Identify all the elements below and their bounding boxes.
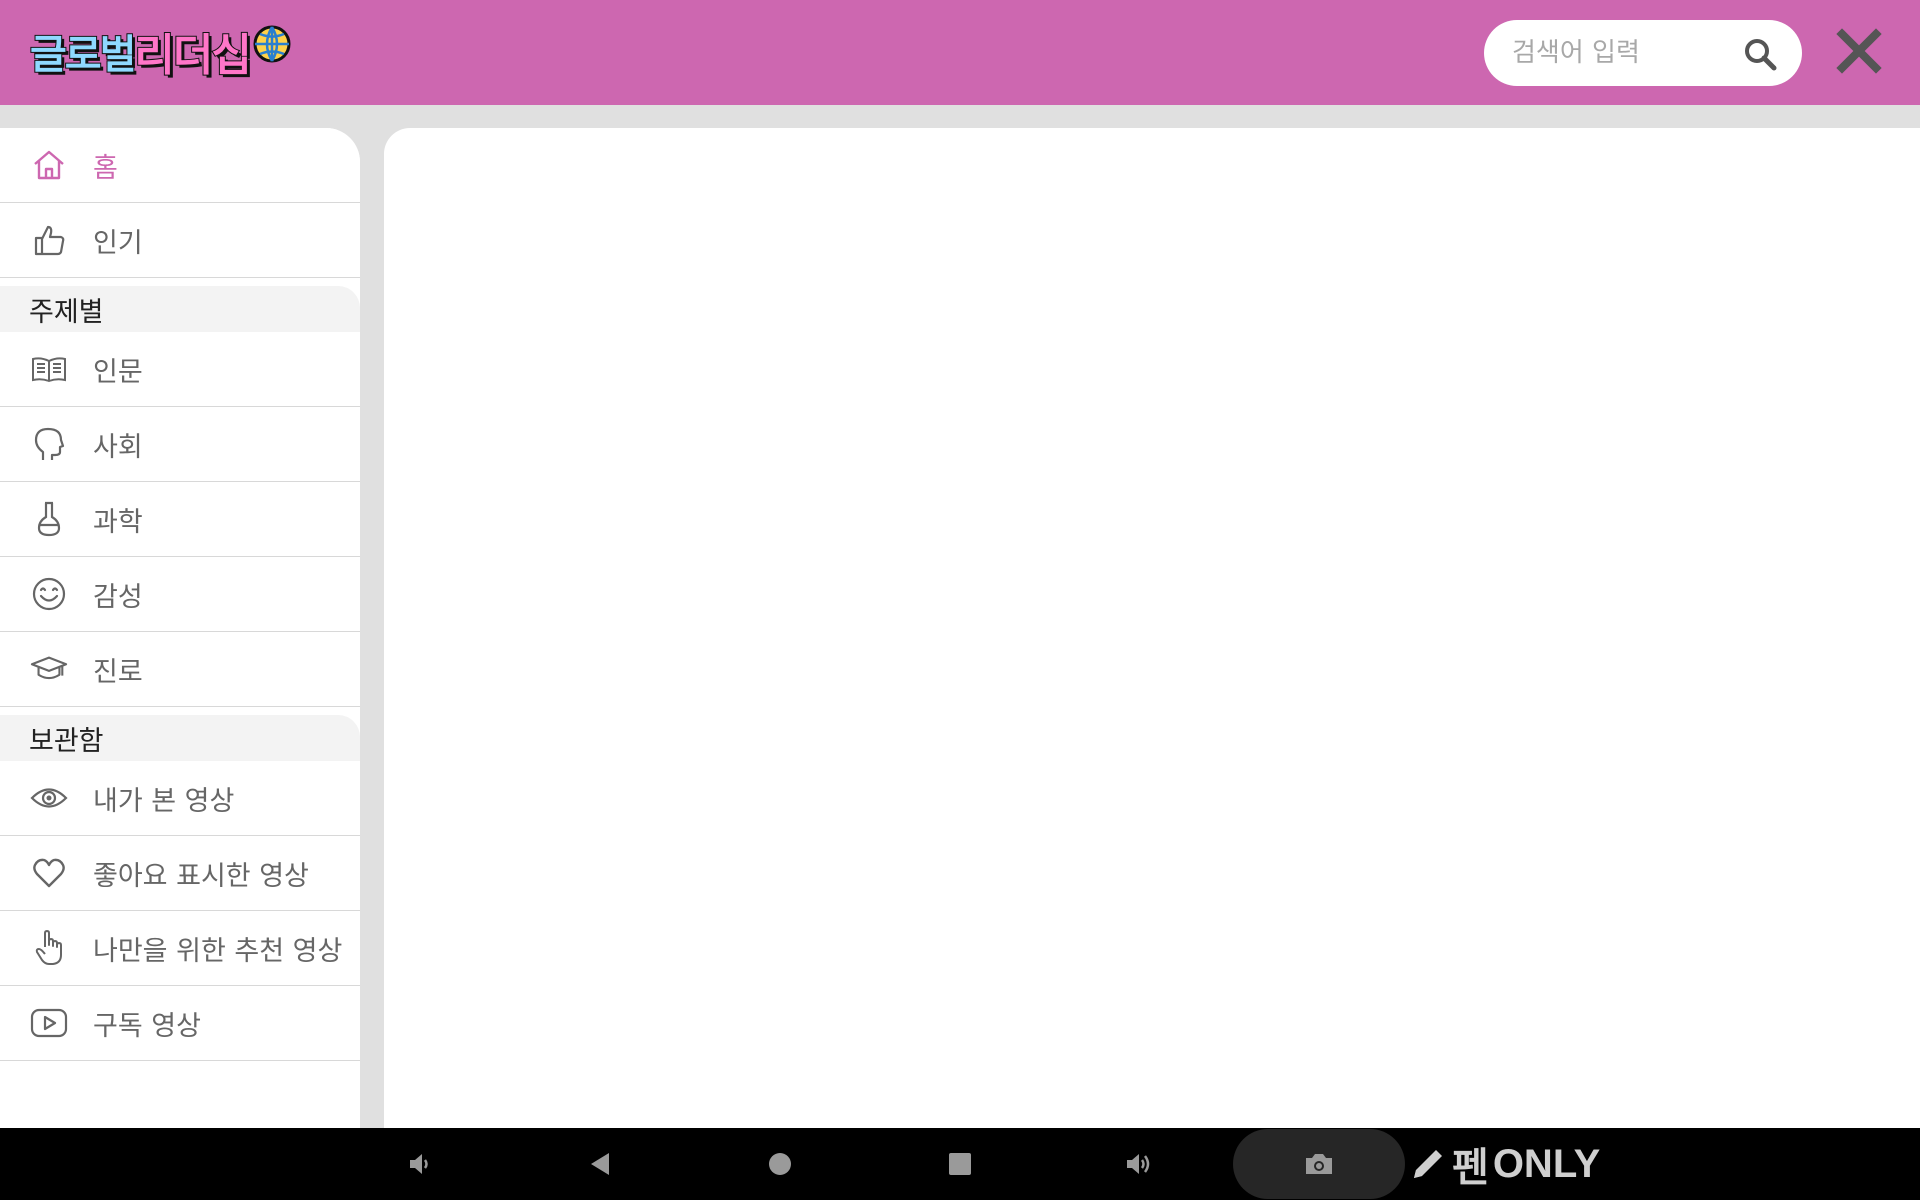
pencil-icon xyxy=(1414,1150,1442,1178)
home-icon xyxy=(30,146,68,184)
sidebar-item-label: 인기 xyxy=(93,227,143,259)
search-input[interactable] xyxy=(1512,38,1732,68)
logo-text-part1: 글로벌 xyxy=(29,31,137,79)
pen-only-label-korean: 펜 xyxy=(1452,1146,1489,1190)
sidebar-item-label: 인문 xyxy=(93,356,143,388)
section-header-library: 보관함 xyxy=(0,715,360,761)
app-header: 글로벌 리더십 xyxy=(0,0,1920,105)
recents-icon xyxy=(949,1153,971,1175)
sidebar-item-label: 구독 영상 xyxy=(93,1010,201,1042)
sidebar-item-label: 내가 본 영상 xyxy=(93,785,235,817)
sidebar-item-label: 홈 xyxy=(93,152,118,184)
smile-icon xyxy=(30,575,68,613)
sidebar-item-career[interactable]: 진로 xyxy=(0,632,360,707)
pen-only-label-english: ONLY xyxy=(1492,1141,1601,1186)
thumbs-up-icon xyxy=(30,221,68,259)
sidebar-item-label: 좋아요 표시한 영상 xyxy=(93,860,309,892)
sidebar-item-label: 사회 xyxy=(93,431,143,463)
screenshot-button[interactable] xyxy=(1233,1129,1405,1199)
sidebar-item-home[interactable]: 홈 xyxy=(0,128,360,203)
main-content xyxy=(384,128,1920,1128)
app-logo[interactable]: 글로벌 리더십 xyxy=(29,22,292,82)
sidebar-item-humanities[interactable]: 인문 xyxy=(0,332,360,407)
search-icon[interactable] xyxy=(1742,36,1778,72)
sidebar-item-popular[interactable]: 인기 xyxy=(0,203,360,278)
search-box xyxy=(1484,20,1802,86)
home-circle-icon xyxy=(769,1153,791,1175)
eye-icon xyxy=(30,779,68,817)
book-icon xyxy=(30,350,68,388)
logo-text-part2: 리더십 xyxy=(133,29,252,82)
volume-down-icon xyxy=(410,1154,428,1174)
sidebar-item-society[interactable]: 사회 xyxy=(0,407,360,482)
close-icon[interactable] xyxy=(1836,28,1882,74)
heart-icon xyxy=(30,854,68,892)
globe-icon xyxy=(253,25,291,63)
head-icon xyxy=(30,425,68,463)
camera-icon xyxy=(1306,1154,1332,1174)
system-navigation-bar: 펜 ONLY xyxy=(0,1128,1920,1200)
sidebar-item-recommended[interactable]: 나만을 위한 추천 영상 xyxy=(0,911,360,986)
sidebar: 홈 인기 주제별 인문 사회 과학 감성 진로 보관함 내가 본 영상 좋아요 … xyxy=(0,128,360,1128)
back-button[interactable] xyxy=(580,1128,620,1200)
recents-button[interactable] xyxy=(940,1128,980,1200)
section-header-topics: 주제별 xyxy=(0,286,360,332)
sidebar-item-watched[interactable]: 내가 본 영상 xyxy=(0,761,360,836)
volume-down-button[interactable] xyxy=(400,1128,440,1200)
flask-icon xyxy=(30,500,68,538)
volume-up-icon xyxy=(1127,1154,1150,1174)
sidebar-item-emotion[interactable]: 감성 xyxy=(0,557,360,632)
sidebar-item-label: 나만을 위한 추천 영상 xyxy=(93,935,343,967)
volume-up-button[interactable] xyxy=(1120,1128,1160,1200)
back-icon xyxy=(591,1153,609,1175)
sidebar-item-subscriptions[interactable]: 구독 영상 xyxy=(0,986,360,1061)
sidebar-item-label: 감성 xyxy=(93,581,143,613)
sidebar-item-liked[interactable]: 좋아요 표시한 영상 xyxy=(0,836,360,911)
sidebar-item-science[interactable]: 과학 xyxy=(0,482,360,557)
pen-only-button[interactable]: 펜 ONLY xyxy=(1408,1128,1600,1200)
home-button[interactable] xyxy=(760,1128,800,1200)
play-icon xyxy=(30,1004,68,1042)
sidebar-item-label: 진로 xyxy=(93,656,143,688)
graduation-cap-icon xyxy=(30,650,68,688)
sidebar-item-label: 과학 xyxy=(93,506,143,538)
pointing-hand-icon xyxy=(30,929,68,967)
